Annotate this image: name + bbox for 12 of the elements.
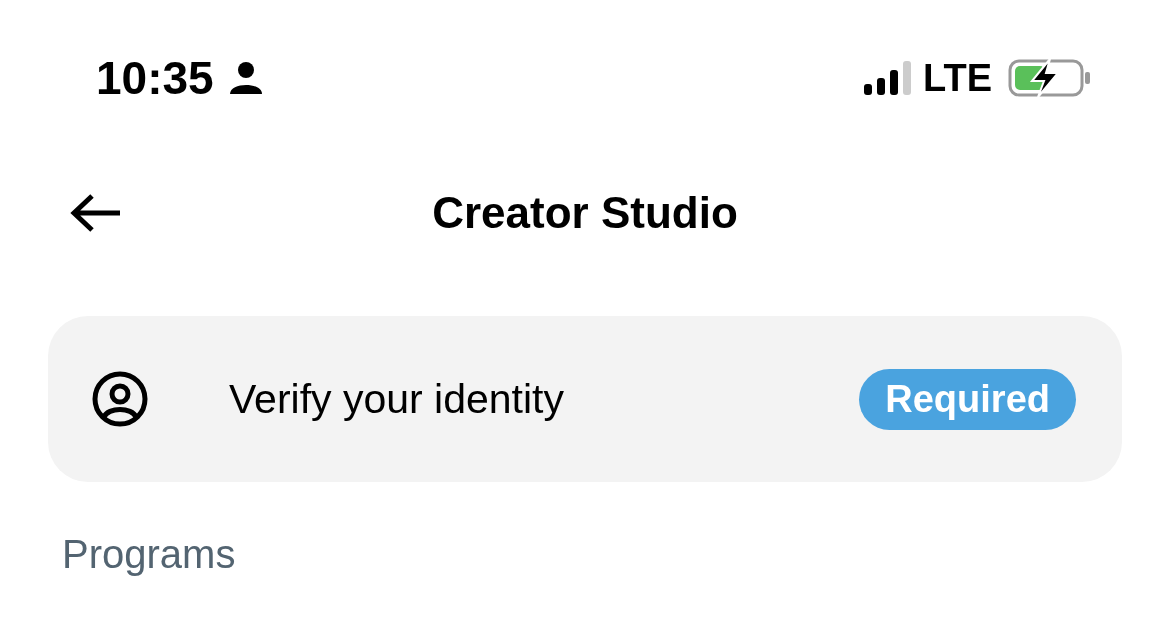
verify-identity-card[interactable]: Verify your identity Required: [48, 316, 1122, 482]
battery-charging-icon: [1008, 58, 1092, 98]
user-circle-icon: [92, 371, 148, 427]
verify-label: Verify your identity: [229, 375, 565, 423]
section-heading: Programs: [62, 532, 237, 577]
signal-icon: [863, 60, 914, 96]
network-label: LTE: [923, 56, 992, 100]
status-time: 10:35: [96, 51, 214, 105]
page-title: Creator Studio: [432, 188, 738, 238]
back-arrow-icon[interactable]: [70, 193, 122, 233]
required-badge: Required: [859, 368, 1076, 430]
person-icon: [227, 60, 264, 96]
